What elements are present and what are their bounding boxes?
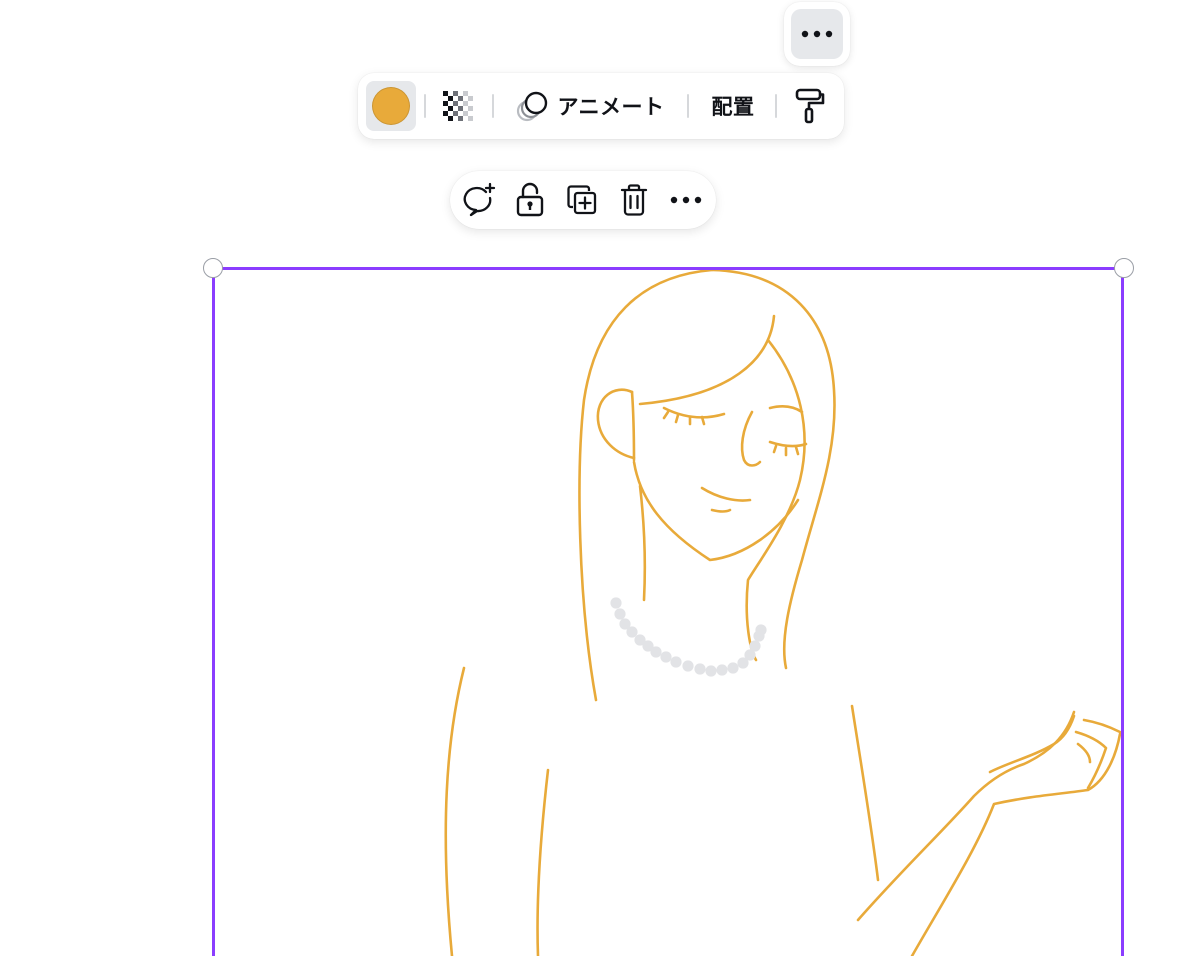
resize-handle-top-left[interactable] (203, 258, 223, 278)
selection-frame[interactable] (212, 267, 1124, 956)
design-canvas: アニメート 配置 (0, 0, 1200, 956)
resize-handle-top-right[interactable] (1114, 258, 1134, 278)
